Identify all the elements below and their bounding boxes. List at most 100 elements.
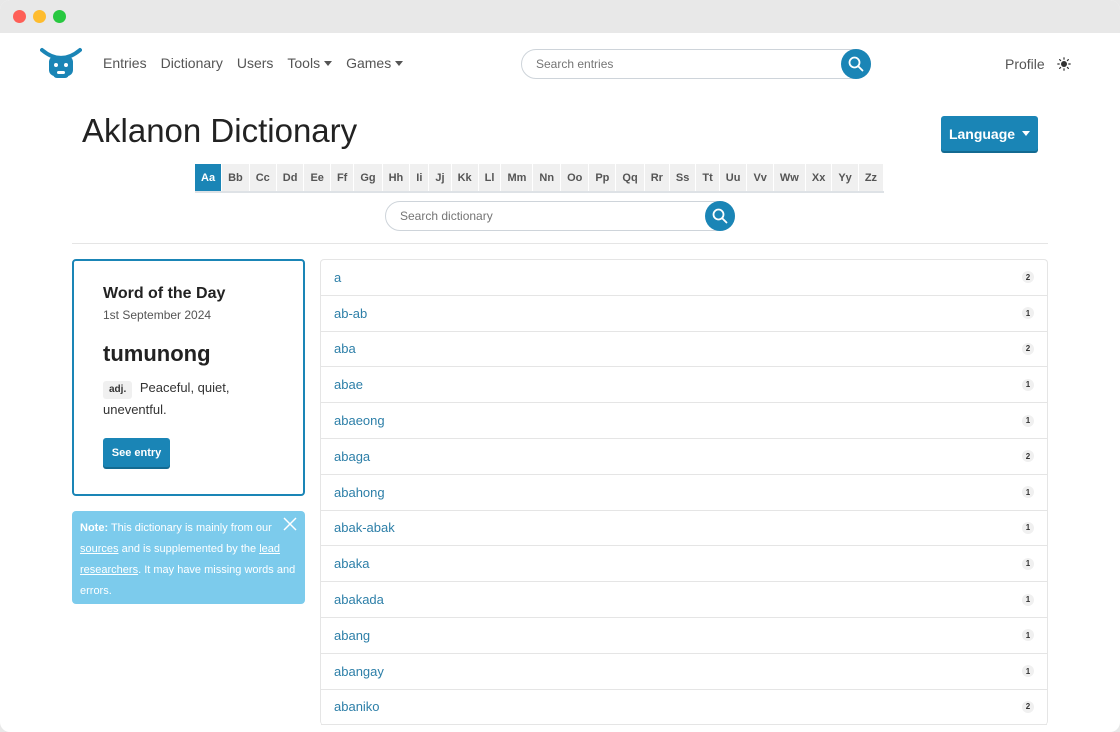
section-divider <box>72 243 1048 244</box>
letter-tab-b[interactable]: Bb <box>222 164 250 191</box>
letter-tab-e[interactable]: Ee <box>304 164 331 191</box>
letter-tab-m[interactable]: Mm <box>501 164 534 191</box>
nav-item-entries[interactable]: Entries <box>103 55 147 71</box>
entries-search <box>521 49 871 79</box>
profile-link[interactable]: Profile <box>1005 56 1045 72</box>
letter-tab-u[interactable]: Uu <box>719 164 748 191</box>
site-logo-icon[interactable] <box>40 44 82 84</box>
close-icon[interactable] <box>283 517 297 531</box>
letter-tab-a[interactable]: Aa <box>195 164 223 191</box>
nav-item-games[interactable]: Games <box>346 55 404 71</box>
window-titlebar <box>0 0 1120 33</box>
nav-item-users[interactable]: Users <box>237 55 274 71</box>
entry-link[interactable]: abaeong <box>334 413 385 428</box>
letter-tab-d[interactable]: Dd <box>276 164 305 191</box>
entry-link[interactable]: abang <box>334 628 370 643</box>
list-item[interactable]: abangay 1 <box>321 654 1047 690</box>
letter-tab-f[interactable]: Ff <box>330 164 355 191</box>
list-item[interactable]: a2 <box>321 260 1047 296</box>
entry-link[interactable]: abaga <box>334 449 370 464</box>
letter-tab-c[interactable]: Cc <box>249 164 277 191</box>
note-text-1: This dictionary is mainly from our <box>108 522 272 534</box>
entry-count-badge: 1 <box>1022 629 1034 642</box>
nav-item-label: Dictionary <box>160 55 223 71</box>
wotd-definition: adj. Peaceful, quiet, uneventful. <box>103 377 293 420</box>
dictionary-search-button[interactable] <box>705 201 735 231</box>
wotd-date: 1st September 2024 <box>103 308 212 322</box>
list-item[interactable]: ab-ab 1 <box>321 296 1047 332</box>
letter-tab-q[interactable]: Qq <box>616 164 645 191</box>
sun-icon[interactable] <box>1057 57 1071 71</box>
search-icon <box>848 56 864 72</box>
entries-search-input[interactable] <box>536 57 826 71</box>
language-button-label: Language <box>948 125 1016 142</box>
letter-tab-l[interactable]: Ll <box>478 164 502 191</box>
entry-count-badge: 1 <box>1022 378 1034 391</box>
list-item[interactable]: abaga 2 <box>321 439 1047 475</box>
nav-item-dictionary[interactable]: Dictionary <box>161 55 223 71</box>
letter-tab-r[interactable]: Rr <box>644 164 670 191</box>
letter-tab-g[interactable]: Gg <box>354 164 383 191</box>
entry-link[interactable]: abaka <box>334 556 369 571</box>
entry-count-badge: 1 <box>1022 593 1034 606</box>
list-item[interactable]: abaniko 2 <box>321 690 1047 726</box>
letter-tab-x[interactable]: Xx <box>805 164 833 191</box>
chevron-down-icon <box>395 61 404 66</box>
letter-tab-h[interactable]: Hh <box>382 164 411 191</box>
list-item[interactable]: abaka 1 <box>321 546 1047 583</box>
see-entry-button[interactable]: See entry <box>103 438 170 467</box>
list-item[interactable]: abahong 1 <box>321 475 1047 511</box>
entry-count-badge: 2 <box>1022 271 1034 284</box>
list-item[interactable]: abakada 1 <box>321 582 1047 618</box>
entries-list: a 2 ab-ab 1 aba 2 abae 1 abaeong 1 abaga 2 abahong 1 a… <box>320 259 1048 726</box>
entries-search-button[interactable] <box>841 49 871 79</box>
letter-tab-t[interactable]: Tt <box>696 164 720 191</box>
entry-count-badge: 1 <box>1022 414 1034 427</box>
list-item[interactable]: abae 1 <box>321 367 1047 404</box>
list-item[interactable]: abaeong 1 <box>321 403 1047 439</box>
wotd-word: tumunong <box>103 341 211 366</box>
entry-link[interactable]: abakada <box>334 592 384 607</box>
note-alert: Note: This dictionary is mainly from our… <box>72 511 305 604</box>
nav-item-label: Users <box>236 55 274 71</box>
entry-link[interactable]: abae <box>334 377 363 392</box>
entry-count-badge: 2 <box>1022 450 1034 463</box>
browser-window: Entries Dictionary Users Tools Games Profile… <box>0 0 1120 732</box>
letter-tab-o[interactable]: Oo <box>561 164 590 191</box>
language-dropdown-button[interactable]: Language <box>941 116 1038 151</box>
top-navbar: Entries Dictionary Users Tools Games Profile <box>0 33 1120 95</box>
maximize-window-button[interactable] <box>53 10 66 23</box>
close-window-button[interactable] <box>13 10 26 23</box>
letter-tab-i[interactable]: Ii <box>410 164 430 191</box>
entry-link[interactable]: ab-ab <box>334 306 367 321</box>
main-nav: Entries Dictionary Users Tools Games <box>103 55 404 71</box>
part-of-speech-badge: adj. <box>103 381 133 399</box>
letter-tab-n[interactable]: Nn <box>533 164 562 191</box>
dictionary-search <box>385 201 735 231</box>
letter-tab-p[interactable]: Pp <box>589 164 617 191</box>
letter-tab-v[interactable]: Vv <box>747 164 774 191</box>
dictionary-search-input[interactable] <box>400 209 690 223</box>
letter-tab-z[interactable]: Zz <box>858 164 885 191</box>
letter-tab-k[interactable]: Kk <box>451 164 479 191</box>
letter-tab-s[interactable]: Ss <box>669 164 697 191</box>
entry-link[interactable]: a <box>334 270 341 285</box>
note-label: Note: <box>80 522 109 534</box>
entry-link[interactable]: abak-abak <box>334 520 395 535</box>
entry-link[interactable]: aba <box>334 341 356 356</box>
letter-tab-w[interactable]: Ww <box>773 164 806 191</box>
letter-tab-y[interactable]: Yy <box>832 164 859 191</box>
letter-tab-j[interactable]: Jj <box>429 164 452 191</box>
entry-link[interactable]: abangay <box>334 664 384 679</box>
entry-link[interactable]: abahong <box>334 485 385 500</box>
alphabet-tabs: Aa Bb Cc Dd Ee Ff Gg Hh Ii Jj Kk Ll Mm Nn Oo Pp Qq Rr Ss Tt… <box>195 164 885 193</box>
sources-link[interactable]: sources <box>80 543 119 555</box>
list-item[interactable]: aba 2 <box>321 332 1047 368</box>
list-item[interactable]: abang 1 <box>321 618 1047 654</box>
entry-count-badge: 2 <box>1022 700 1034 713</box>
minimize-window-button[interactable] <box>33 10 46 23</box>
nav-item-tools[interactable]: Tools <box>287 55 333 71</box>
search-icon <box>712 208 728 224</box>
list-item[interactable]: abak-abak 1 <box>321 511 1047 547</box>
entry-link[interactable]: abaniko <box>334 699 380 714</box>
